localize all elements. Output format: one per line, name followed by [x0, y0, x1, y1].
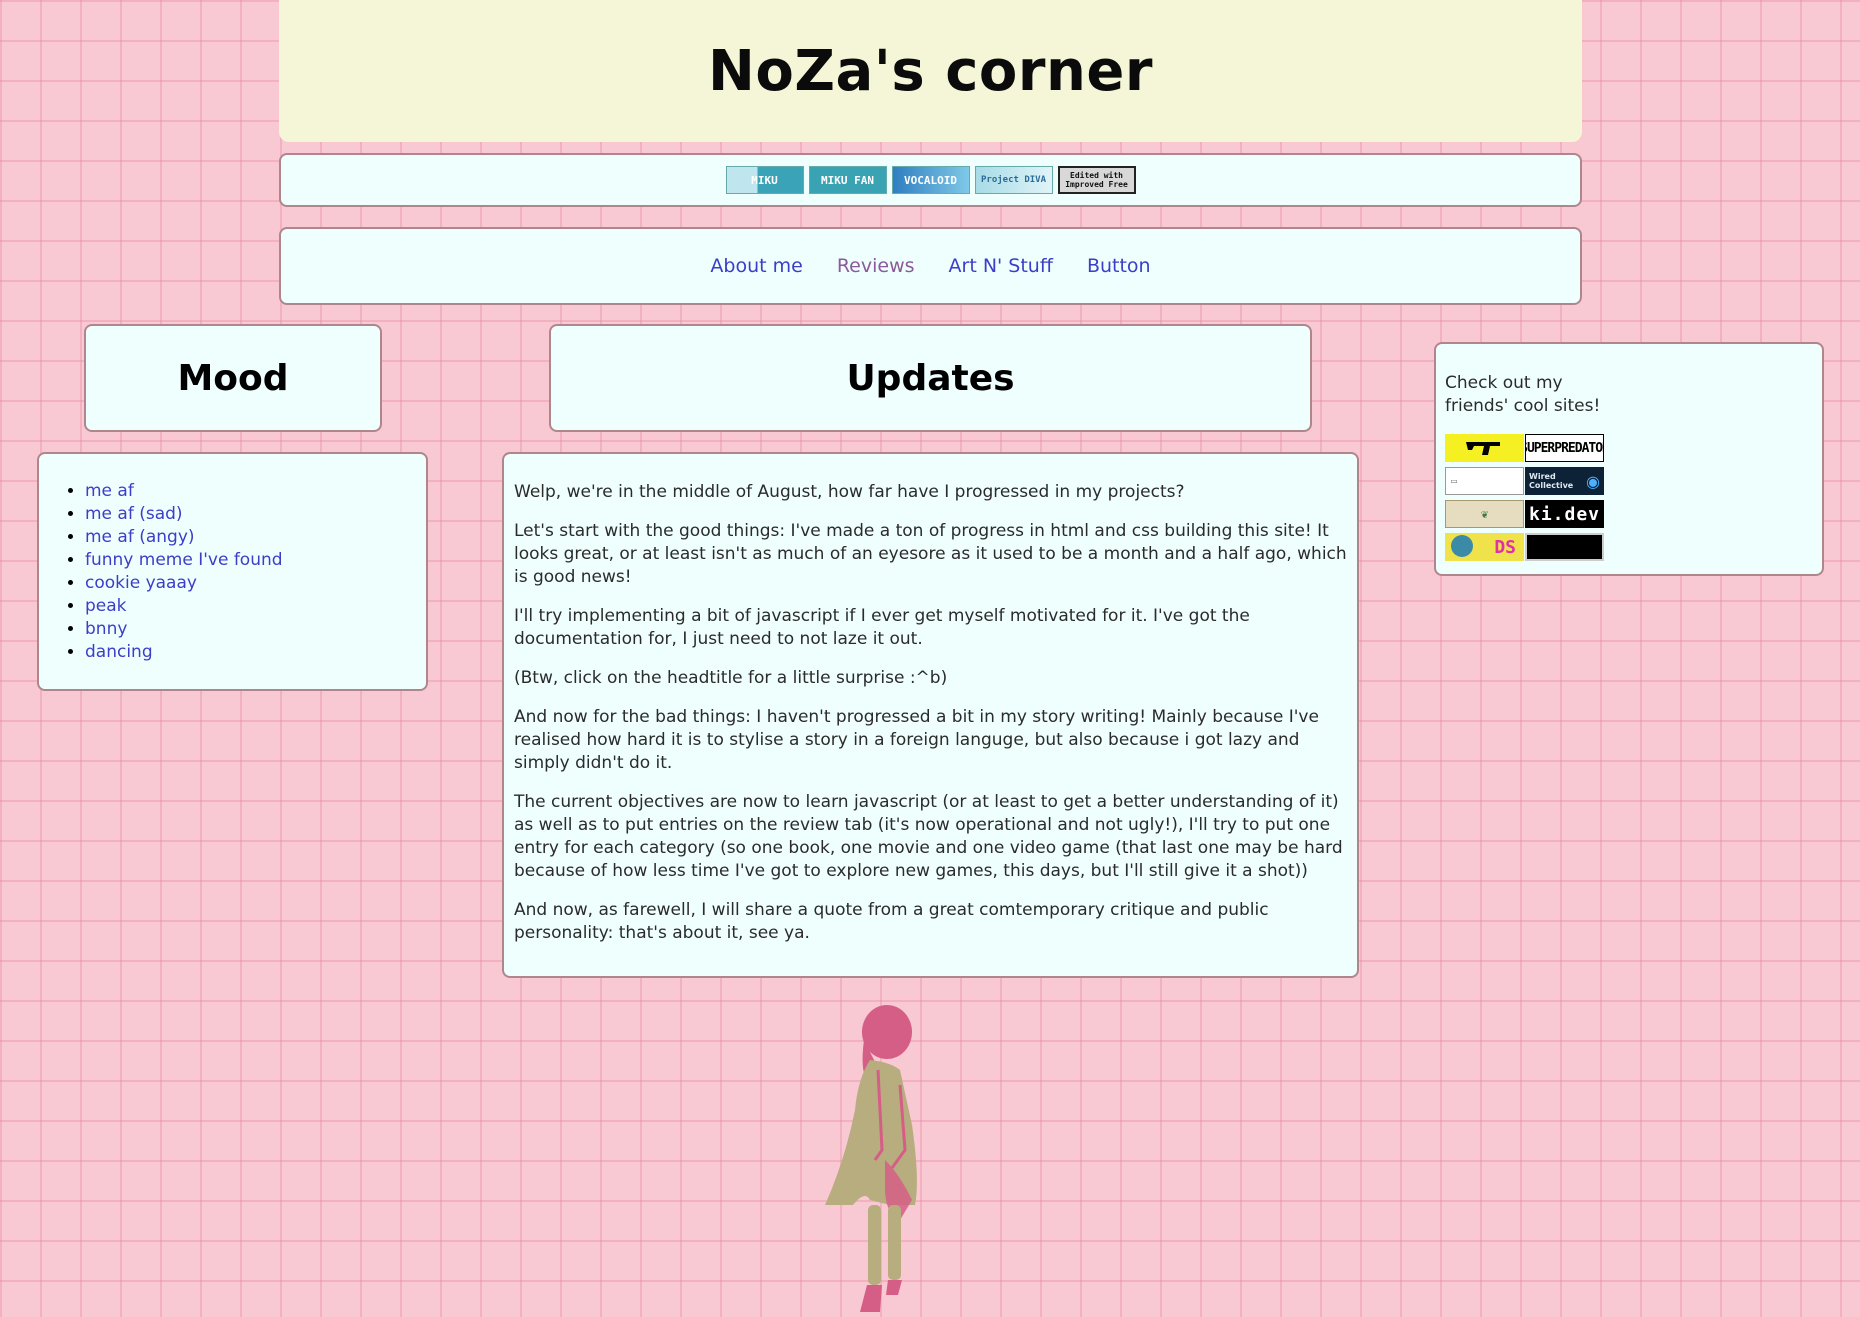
list-item: funny meme I've found [85, 549, 426, 572]
list-item: dancing [85, 641, 426, 664]
mood-link[interactable]: cookie yaaay [85, 573, 197, 593]
mood-link[interactable]: dancing [85, 642, 153, 662]
nav-about-me[interactable]: About me [710, 255, 802, 277]
nav-art-n-stuff[interactable]: Art N' Stuff [949, 255, 1053, 277]
top-badge-bar: MIKU MIKU FAN VOCALOID Project DIVA Edit… [279, 153, 1582, 207]
updates-content: Welp, we're in the middle of August, how… [502, 452, 1359, 978]
friends-badge-grid: SUPERPREDATOR ▭ Wired Collective ◉ ❦ ki.… [1445, 434, 1822, 561]
update-paragraph: Welp, we're in the middle of August, how… [514, 482, 1185, 502]
nav-reviews[interactable]: Reviews [837, 255, 915, 277]
update-paragraph: Let's start with the good things: I've m… [514, 521, 1347, 587]
miku-badge[interactable]: MIKU [725, 166, 804, 194]
updates-title: Updates [846, 357, 1015, 399]
mood-list-box: me af me af (sad) me af (angy) funny mem… [37, 452, 428, 691]
gun-icon [1465, 442, 1500, 455]
ki-dev-badge[interactable]: ki.dev [1525, 500, 1604, 528]
ds-badge[interactable]: DS [1445, 533, 1524, 561]
site-header: NoZa's corner [279, 0, 1582, 142]
uzi-gun-badge[interactable] [1445, 434, 1524, 462]
mood-link[interactable]: peak [85, 596, 127, 616]
list-item: me af (sad) [85, 503, 426, 526]
mood-link[interactable]: funny meme I've found [85, 550, 283, 570]
vim-badge[interactable]: Edited with Improved Free [1057, 166, 1136, 194]
mood-heading-box: Mood [84, 324, 382, 432]
mood-list: me af me af (sad) me af (angy) funny mem… [39, 480, 426, 664]
list-item: me af [85, 480, 426, 503]
updates-heading-box: Updates [549, 324, 1312, 432]
mood-link[interactable]: me af (angy) [85, 527, 195, 547]
list-item: me af (angy) [85, 526, 426, 549]
mood-link[interactable]: me af [85, 481, 134, 501]
nav-button[interactable]: Button [1087, 255, 1151, 277]
project-diva-badge[interactable]: Project DIVA [974, 166, 1053, 194]
superpredator-badge[interactable]: SUPERPREDATOR [1525, 434, 1604, 462]
girl-silhouette-illustration [825, 1005, 917, 1312]
friends-sites-box: Check out my friends' cool sites! SUPERP… [1434, 342, 1824, 576]
update-paragraph: The current objectives are now to learn … [514, 792, 1343, 881]
face-icon [1451, 535, 1473, 557]
main-nav: About me Reviews Art N' Stuff Button [279, 227, 1582, 305]
update-paragraph: (Btw, click on the headtitle for a littl… [514, 668, 948, 688]
update-paragraph: And now for the bad things: I haven't pr… [514, 707, 1319, 773]
site-title[interactable]: NoZa's corner [708, 39, 1153, 104]
broken-image-badge[interactable]: ▭ [1445, 467, 1524, 495]
list-item: bnny [85, 618, 426, 641]
update-paragraph: I'll try implementing a bit of javascrip… [514, 606, 1250, 649]
vintage-badge[interactable]: ❦ [1445, 500, 1524, 528]
wired-collective-badge[interactable]: Wired Collective ◉ [1525, 467, 1604, 495]
friends-intro-line-2: friends' cool sites! [1445, 396, 1601, 416]
broken-image-icon: ▭ [1451, 475, 1458, 487]
eye-icon: ◉ [1586, 471, 1600, 491]
list-item: cookie yaaay [85, 572, 426, 595]
miku-fan-badge[interactable]: MIKU FAN [808, 166, 887, 194]
update-paragraph: And now, as farewell, I will share a quo… [514, 900, 1269, 943]
friends-intro-line-1: Check out my [1445, 373, 1563, 393]
vintage-stamp-icon: ❦ [1480, 507, 1489, 521]
vocaloid-badge[interactable]: VOCALOID [891, 166, 970, 194]
mood-title: Mood [177, 357, 289, 399]
black-badge[interactable] [1525, 533, 1604, 561]
mood-link[interactable]: bnny [85, 619, 127, 639]
list-item: peak [85, 595, 426, 618]
mood-link[interactable]: me af (sad) [85, 504, 183, 524]
